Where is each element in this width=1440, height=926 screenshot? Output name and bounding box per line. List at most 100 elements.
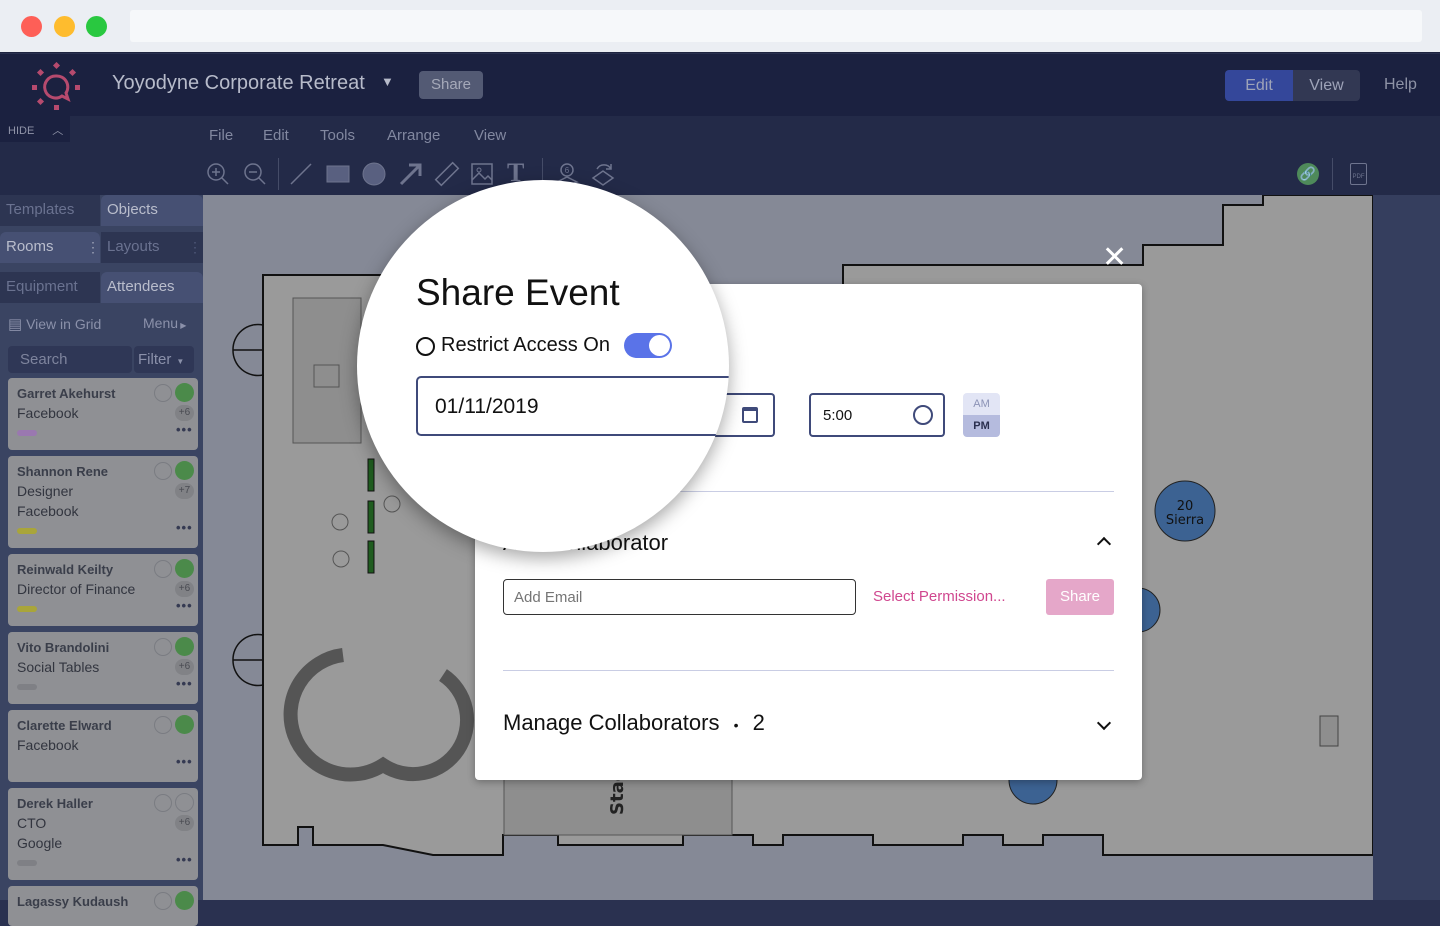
seat-assigned-icon[interactable]	[175, 715, 194, 734]
seat-assigned-icon[interactable]	[175, 383, 194, 402]
tab-rooms[interactable]: Rooms	[0, 232, 100, 263]
add-collaborator-share-button[interactable]: Share	[1046, 579, 1114, 615]
tab-objects[interactable]: Objects	[101, 195, 203, 226]
attendee-detail: Facebook	[17, 737, 79, 753]
restrict-access-label: Restrict Access On	[441, 334, 610, 356]
check-in-icon[interactable]	[154, 462, 172, 480]
grid-icon: ▤	[8, 316, 23, 333]
am-option[interactable]: AM	[963, 393, 1000, 415]
zoom-in-icon[interactable]	[204, 160, 232, 188]
more-options-icon[interactable]: •••	[176, 520, 193, 535]
attendee-detail: Facebook	[17, 503, 79, 519]
clock-icon[interactable]	[913, 405, 933, 425]
attendee-card[interactable]: Derek Haller CTO Google +6 •••	[8, 788, 198, 880]
filter-dropdown[interactable]: Filter ▼	[134, 346, 194, 373]
collapse-chevron-icon[interactable]	[1096, 536, 1112, 552]
tab-templates[interactable]: Templates	[0, 195, 100, 226]
line-icon[interactable]	[287, 160, 315, 188]
layouts-options-icon[interactable]: ⋮	[188, 239, 202, 256]
zoom-out-icon[interactable]	[241, 160, 269, 188]
view-mode-button[interactable]: View	[1293, 70, 1360, 101]
more-options-icon[interactable]: •••	[176, 852, 193, 867]
seat-assigned-icon[interactable]	[175, 637, 194, 656]
check-in-icon[interactable]	[154, 638, 172, 656]
tag-color	[17, 860, 37, 866]
guest-count-badge: +7	[175, 483, 194, 499]
help-link[interactable]: Help	[1384, 76, 1417, 94]
check-in-icon[interactable]	[154, 794, 172, 812]
attendee-card[interactable]: Shannon Rene Designer Facebook +7 •••	[8, 456, 198, 548]
check-in-icon[interactable]	[154, 892, 172, 910]
attendee-name: Vito Brandolini	[17, 640, 110, 655]
maximize-window-button[interactable]	[86, 16, 107, 37]
tag-color	[17, 430, 37, 436]
link-icon[interactable]: 🔗	[1297, 163, 1319, 185]
tab-attendees[interactable]: Attendees	[101, 272, 203, 303]
arrow-icon[interactable]	[397, 160, 425, 188]
attendee-card[interactable]: Lagassy Kudaush	[8, 886, 198, 926]
tag-color	[17, 528, 37, 534]
time-input[interactable]: 5:00	[809, 393, 945, 437]
tag-color	[17, 684, 37, 690]
edit-mode-button[interactable]: Edit	[1225, 70, 1293, 101]
menu-edit[interactable]: Edit	[263, 127, 289, 144]
caret-right-icon: ▶	[178, 321, 187, 330]
manage-collaborators-header[interactable]: Manage Collaborators • 2	[503, 710, 765, 736]
address-bar[interactable]	[130, 10, 1422, 42]
close-window-button[interactable]	[21, 16, 42, 37]
restrict-access-toggle[interactable]	[624, 333, 672, 358]
more-options-icon[interactable]: •••	[176, 754, 193, 769]
event-title[interactable]: Yoyodyne Corporate Retreat	[112, 72, 365, 95]
pm-option[interactable]: PM	[963, 415, 1000, 437]
seat-assigned-icon[interactable]	[175, 461, 194, 480]
circle-icon[interactable]	[360, 160, 388, 188]
rooms-options-icon[interactable]: ⋮	[86, 239, 100, 256]
event-dropdown-icon[interactable]: ▼	[381, 74, 394, 89]
share-button[interactable]: Share	[419, 71, 483, 99]
sidebar-menu-button[interactable]: Menu ▶	[143, 315, 186, 331]
minimize-window-button[interactable]	[54, 16, 75, 37]
image-icon[interactable]	[469, 160, 497, 188]
caret-down-icon: ▼	[176, 357, 185, 366]
more-options-icon[interactable]: •••	[176, 422, 193, 437]
attendee-card[interactable]: Garret Akehurst Facebook +6 •••	[8, 378, 198, 450]
more-options-icon[interactable]: •••	[176, 598, 193, 613]
seat-assigned-icon[interactable]	[175, 559, 194, 578]
tab-equipment[interactable]: Equipment	[0, 272, 100, 303]
seat-unassigned-icon[interactable]	[175, 793, 194, 812]
menu-arrange[interactable]: Arrange	[387, 127, 440, 144]
calendar-icon[interactable]	[742, 407, 758, 423]
attendee-card[interactable]: Reinwald Keilty Director of Finance +6 •…	[8, 554, 198, 626]
more-options-icon[interactable]: •••	[176, 676, 193, 691]
attendee-name: Lagassy Kudaush	[17, 894, 129, 909]
pdf-export-icon[interactable]: PDF	[1350, 163, 1367, 185]
attendee-name: Clarette Elward	[17, 718, 112, 733]
attendee-search-input[interactable]: Search	[8, 346, 132, 373]
check-in-icon[interactable]	[154, 560, 172, 578]
rectangle-icon[interactable]	[324, 160, 352, 188]
menu-view[interactable]: View	[474, 127, 506, 144]
ruler-icon[interactable]	[433, 160, 461, 188]
attendee-detail: Director of Finance	[17, 581, 136, 597]
toolbar-divider	[278, 158, 279, 190]
view-in-grid-button[interactable]: ▤ View in Grid	[8, 315, 101, 333]
logo-icon[interactable]	[30, 62, 82, 110]
close-modal-icon[interactable]: ✕	[1102, 243, 1130, 273]
am-pm-toggle[interactable]: AM PM	[963, 393, 1000, 437]
attendee-card[interactable]: Vito Brandolini Social Tables +6 •••	[8, 632, 198, 704]
hide-toggle[interactable]: HIDE ︿	[0, 116, 70, 142]
expand-chevron-icon[interactable]	[1096, 715, 1112, 731]
menu-tools[interactable]: Tools	[320, 127, 355, 144]
email-input[interactable]	[503, 579, 856, 615]
menu-file[interactable]: File	[209, 127, 233, 144]
rotate-icon[interactable]	[589, 160, 617, 188]
attendee-detail: CTO	[17, 815, 47, 831]
attendee-card[interactable]: Clarette Elward Facebook •••	[8, 710, 198, 782]
seat-assigned-icon[interactable]	[175, 891, 194, 910]
permission-dropdown[interactable]: Select Permission...	[873, 588, 1006, 605]
check-in-icon[interactable]	[154, 384, 172, 402]
attendee-detail: Social Tables	[17, 659, 100, 675]
guest-count-badge: +6	[175, 815, 194, 831]
check-in-icon[interactable]	[154, 716, 172, 734]
date-input[interactable]: 01/11/2019	[416, 376, 729, 436]
